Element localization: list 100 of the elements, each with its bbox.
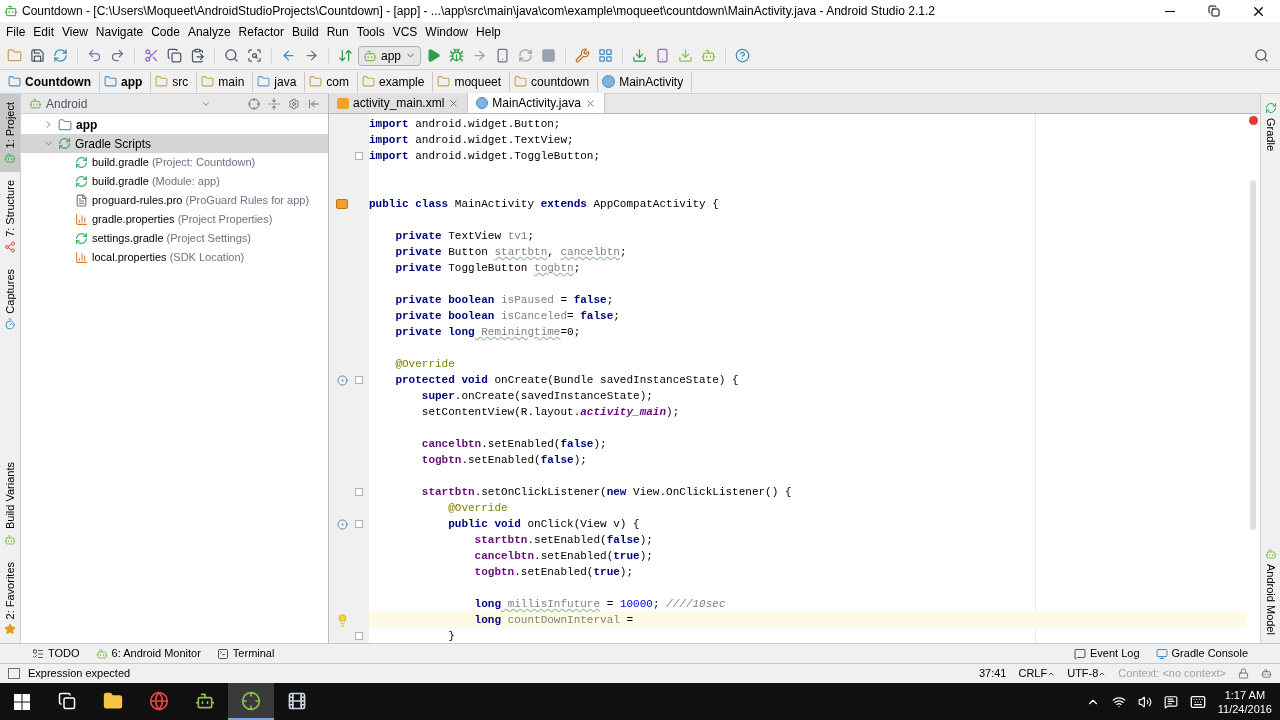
breadcrumb[interactable]: app xyxy=(100,71,152,92)
tool-window-tab[interactable]: 2: Favorites xyxy=(0,553,20,643)
tree-item[interactable]: local.properties (SDK Location) xyxy=(21,248,328,267)
folder-icon xyxy=(514,75,528,88)
code-line: public void onClick(View v) { xyxy=(447,517,640,532)
tool-window-tab[interactable]: Build Variants xyxy=(0,454,20,554)
caret-position[interactable]: 37:41 xyxy=(978,665,1007,682)
code-line: long countDownInterval = xyxy=(473,613,634,628)
tree-item[interactable]: Gradle Scripts xyxy=(21,134,328,153)
android-robot-icon xyxy=(29,97,42,110)
menu-item[interactable]: Window xyxy=(421,23,473,41)
properties-icon xyxy=(75,213,88,226)
breadcrumb[interactable]: main xyxy=(197,71,254,92)
todo-icon xyxy=(32,647,44,660)
tree-item[interactable]: app xyxy=(21,115,328,134)
fold-icon[interactable] xyxy=(355,520,363,528)
folder-icon xyxy=(104,75,117,88)
breadcrumb[interactable]: com xyxy=(305,71,359,92)
line-separator-selector[interactable]: CRLF xyxy=(1018,665,1056,682)
breadcrumb[interactable]: java xyxy=(253,71,306,92)
hide-icon xyxy=(308,97,320,110)
close-icon[interactable] xyxy=(448,97,460,109)
menu-item[interactable]: Build xyxy=(287,23,323,41)
folder-icon xyxy=(201,75,215,88)
android-robot-icon xyxy=(1264,548,1277,561)
folder-icon xyxy=(437,75,451,88)
tree-item[interactable]: build.gradle (Module: app) xyxy=(21,172,328,191)
window-title: Countdown - [C:\Users\Moqueet\AndroidStudioProjects\Countdown] - [app] - ...\app\src\main\java\com\example\moqueet\countdown\MainActivity.java - Android Studio 2.1.2 xyxy=(22,3,935,20)
tool-window-tab[interactable]: TODO xyxy=(24,645,88,662)
menu-item[interactable]: Code xyxy=(147,23,184,41)
menu-item[interactable]: Help xyxy=(472,23,505,41)
run-configuration-dropdown[interactable]: app xyxy=(358,45,422,66)
encoding-selector[interactable]: UTF-8 xyxy=(1067,665,1107,682)
folder-icon xyxy=(103,690,123,711)
structure-icon xyxy=(4,241,16,254)
menu-item[interactable]: File xyxy=(2,23,30,41)
tool-window-tab[interactable]: Gradle Console xyxy=(1147,645,1256,662)
tree-item[interactable]: proguard-rules.pro (ProGuard Rules for app) xyxy=(21,191,328,210)
menu-item[interactable]: Edit xyxy=(29,23,59,41)
tool-window-tab[interactable]: Terminal xyxy=(208,645,283,662)
menu-item[interactable]: VCS xyxy=(388,23,422,41)
editor-tab[interactable]: activity_main.xml xyxy=(329,93,469,113)
star-icon xyxy=(4,623,16,635)
tool-window-tab[interactable]: 7: Structure xyxy=(0,172,20,262)
fold-icon[interactable] xyxy=(355,152,363,160)
editor-tab[interactable]: MainActivity.java xyxy=(468,93,605,113)
tool-window-tab[interactable]: Android Model xyxy=(1261,540,1280,643)
gradle-icon xyxy=(58,137,71,150)
folder-icon xyxy=(362,75,376,88)
menu-item[interactable]: Navigate xyxy=(91,23,148,41)
clock-time: 1:17 AM xyxy=(1224,687,1266,702)
breadcrumb[interactable]: Countdown xyxy=(4,71,100,92)
code-line: protected void onCreate(Bundle savedInstanceState) { xyxy=(394,373,739,388)
code-line: long millisInfuture = 10000; ////10sec xyxy=(473,597,726,612)
android-robot-icon xyxy=(95,647,108,660)
breadcrumb[interactable]: moqueet xyxy=(433,71,511,92)
tool-window-tab[interactable]: 6: Android Monitor xyxy=(87,645,209,662)
fold-icon[interactable] xyxy=(355,376,363,384)
locate-icon xyxy=(248,97,260,110)
globe-icon xyxy=(149,690,169,711)
code-line: togbtn.setEnabled(false); xyxy=(420,453,587,468)
lock-icon xyxy=(1238,668,1249,679)
menu-item[interactable]: Run xyxy=(322,23,353,41)
breadcrumb[interactable]: src xyxy=(151,71,198,92)
gradle-icon xyxy=(75,175,88,188)
tree-item[interactable]: settings.gradle (Project Settings) xyxy=(21,229,328,248)
fold-icon[interactable] xyxy=(355,488,363,496)
android-robot-icon xyxy=(363,48,377,63)
stopwatch-icon xyxy=(4,317,16,330)
tool-window-tab[interactable]: Captures xyxy=(0,261,20,338)
breadcrumb[interactable]: countdown xyxy=(510,71,599,92)
tool-window-tab[interactable]: 1: Project xyxy=(0,94,20,173)
code-line: } xyxy=(447,629,455,643)
close-icon[interactable] xyxy=(584,97,596,109)
tree-item[interactable]: build.gradle (Project: Countdown) xyxy=(21,153,328,172)
menu-item[interactable]: Analyze xyxy=(183,23,235,41)
tree-item[interactable]: gradle.properties (Project Properties) xyxy=(21,210,328,229)
breadcrumb[interactable]: MainActivity xyxy=(598,71,693,92)
folder-icon xyxy=(58,117,72,132)
code-line: cancelbtn.setEnabled(true); xyxy=(473,549,653,564)
code-line: super.onCreate(savedInstanceState); xyxy=(420,389,653,404)
folder-icon xyxy=(309,75,323,88)
context-label: Context: <no context> xyxy=(1118,666,1226,682)
code-line: import android.widget.ToggleButton; xyxy=(369,149,601,164)
override-marker-icon xyxy=(336,374,348,386)
folder-icon xyxy=(257,75,271,88)
android-robot-icon xyxy=(4,152,16,165)
panel-toggle-icon[interactable] xyxy=(8,668,20,679)
menu-item[interactable]: Tools xyxy=(352,23,389,41)
gradle-icon xyxy=(1264,102,1277,114)
menu-item[interactable]: View xyxy=(58,23,92,41)
code-line: @Override xyxy=(394,357,455,372)
class-icon xyxy=(476,97,489,109)
breadcrumb[interactable]: example xyxy=(358,71,434,92)
robot-icon xyxy=(1261,668,1272,679)
fold-icon[interactable] xyxy=(355,632,363,640)
tool-window-tab[interactable]: Event Log xyxy=(1066,645,1148,662)
tool-window-tab[interactable]: Gradle xyxy=(1261,94,1280,160)
menu-item[interactable]: Refactor xyxy=(234,23,288,41)
notification-icon xyxy=(1163,694,1178,709)
